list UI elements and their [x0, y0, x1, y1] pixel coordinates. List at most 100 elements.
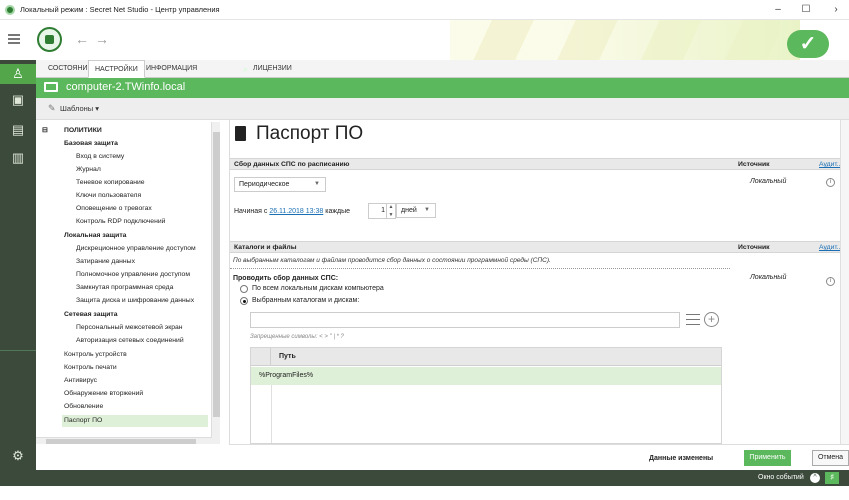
users-icon[interactable]: ♙ — [0, 64, 36, 84]
templates-dropdown[interactable]: Шаблоны ▾ — [60, 104, 99, 113]
tab-bar: СОСТОЯНИЕ НАСТРОЙКИ ИНФОРМАЦИЯ ⌕ ЛИЦЕНЗИ… — [36, 60, 849, 78]
tree-group-basic[interactable]: Базовая защита — [64, 140, 118, 147]
tree-item[interactable]: Контроль устройств — [64, 351, 127, 358]
tree-item[interactable]: Журнал — [76, 166, 101, 173]
main-panel: Паспорт ПО Сбор данных СПС по расписанию… — [229, 120, 849, 444]
section-title: Сбор данных СПС по расписанию — [234, 161, 350, 168]
templates-bar: ✎ Шаблоны ▾ — [36, 98, 849, 120]
tree-item[interactable]: Дискреционное управление доступом — [76, 245, 196, 252]
tree-item[interactable]: Ключи пользователя — [76, 192, 141, 199]
tree-collapse-icon[interactable]: ⊟ — [42, 126, 48, 134]
status-ok-button[interactable]: ✓ — [787, 30, 829, 58]
computers-icon[interactable]: ▣ — [8, 90, 28, 110]
tree-scrollbar[interactable] — [211, 122, 220, 444]
audit-link[interactable]: Аудит... — [819, 161, 842, 168]
path-table: Путь %ProgramFiles% — [250, 347, 722, 444]
title-bar: Локальный режим : Secret Net Studio - Це… — [0, 0, 849, 20]
tab-info[interactable]: ИНФОРМАЦИЯ — [140, 60, 203, 78]
chevron-up-icon[interactable]: ^ — [810, 473, 820, 483]
schedule-section-header: Сбор данных СПС по расписанию Источник А… — [230, 158, 849, 170]
page-title: Паспорт ПО — [256, 123, 364, 144]
path-column-header: Путь — [279, 353, 296, 360]
path-input[interactable] — [250, 312, 680, 328]
maximize-button[interactable]: ☐ — [795, 2, 817, 18]
scrollbar-thumb[interactable] — [213, 132, 220, 417]
section-description: По выбранным каталогам и файлам проводит… — [233, 257, 551, 264]
table-row[interactable]: %ProgramFiles% — [251, 367, 721, 385]
computer-name: computer-2.TWinfo.local — [66, 81, 186, 93]
document-icon — [235, 126, 246, 141]
menu-icon[interactable] — [8, 34, 20, 44]
start-label: Начиная с 26.11.2018 13:38 каждые — [234, 208, 351, 215]
events-window-label[interactable]: Окно событий — [758, 474, 804, 481]
cancel-button[interactable]: Отмена — [812, 450, 849, 466]
tree-item[interactable]: Полномочное управление доступом — [76, 271, 190, 278]
tree-item[interactable]: Обнаружение вторжений — [64, 390, 143, 397]
tree-item[interactable]: Теневое копирование — [76, 179, 145, 186]
tree-item[interactable]: Замкнутая программная среда — [76, 284, 173, 291]
tree-item[interactable]: Вход в систему — [76, 153, 124, 160]
tree-hscrollbar[interactable] — [36, 437, 212, 444]
clipboard-icon[interactable]: ▥ — [8, 148, 28, 168]
journal-icon[interactable]: ▤ — [8, 120, 28, 140]
main-scrollbar[interactable] — [840, 120, 849, 444]
interval-unit-select[interactable]: дней ▼ — [396, 203, 436, 218]
tree-item[interactable]: Контроль RDP подключений — [76, 218, 165, 225]
radio-all-disks[interactable] — [240, 285, 248, 293]
decorative-gradient — [560, 20, 800, 60]
radio-selected-dirs[interactable] — [240, 297, 248, 305]
list-icon[interactable] — [686, 314, 700, 325]
window-title: Локальный режим : Secret Net Studio - Це… — [20, 5, 220, 14]
source-column-header: Источник — [738, 244, 770, 251]
home-button[interactable] — [37, 27, 62, 52]
tree-item[interactable]: Персональный межсетевой экран — [76, 324, 183, 331]
computer-header: computer-2.TWinfo.local — [36, 78, 849, 98]
tree-item[interactable]: Контроль печати — [64, 364, 117, 371]
apply-button[interactable]: Применить — [744, 450, 791, 466]
source-value: Локальный — [750, 274, 787, 281]
hscrollbar-thumb[interactable] — [46, 439, 196, 444]
left-rail: ♙ ▣ ▤ ▥ ⚙ — [0, 60, 36, 486]
source-value: Локальный — [750, 178, 787, 185]
tab-licenses[interactable]: ЛИЦЕНЗИИ — [247, 60, 298, 78]
minimize-button[interactable]: – — [767, 2, 789, 18]
radio-selected-dirs-label: Выбранным каталогам и дискам: — [252, 297, 360, 304]
close-button[interactable]: › — [825, 2, 847, 18]
gear-icon[interactable]: ⚙ — [8, 446, 28, 466]
tree-item[interactable]: Антивирус — [64, 377, 97, 384]
tree-root[interactable]: ПОЛИТИКИ — [64, 127, 102, 134]
radio-all-disks-label: По всем локальным дискам компьютера — [252, 285, 384, 292]
status-text: Данные изменены — [649, 455, 714, 462]
forbidden-chars-hint: Запрещенные символы: < > " | * ? — [250, 334, 344, 340]
tree-group-network[interactable]: Сетевая защита — [64, 311, 118, 318]
home-icon — [45, 35, 54, 44]
path-cell: %ProgramFiles% — [259, 372, 314, 379]
collect-label: Проводить сбор данных СПС: — [233, 275, 339, 282]
stepper-arrows-icon[interactable]: ▲ ▼ — [386, 203, 395, 219]
forward-arrow-icon[interactable]: → — [95, 31, 109, 47]
catalogs-section-header: Каталоги и файлы Источник Аудит... — [230, 241, 849, 253]
tab-settings[interactable]: НАСТРОЙКИ — [88, 60, 145, 78]
app-logo-icon — [5, 5, 15, 15]
add-path-icon[interactable]: + — [704, 312, 719, 327]
pencil-icon: ✎ — [48, 103, 56, 113]
table-header: Путь — [251, 348, 721, 366]
tree-item[interactable]: Обновление — [64, 403, 103, 410]
back-arrow-icon[interactable]: ← — [75, 31, 89, 47]
schedule-mode-select[interactable]: Периодическое ▼ — [234, 177, 326, 192]
monitor-icon — [44, 82, 58, 92]
start-date-link[interactable]: 26.11.2018 13:38 — [269, 208, 323, 215]
audit-link[interactable]: Аудит... — [819, 244, 842, 251]
tree-item[interactable]: Защита диска и шифрование данных — [76, 297, 194, 304]
table-corner — [251, 348, 271, 366]
tree-item[interactable]: Затирание данных — [76, 258, 135, 265]
network-icon[interactable]: ♯ — [825, 472, 839, 484]
tree-item-selected[interactable]: Паспорт ПО — [62, 415, 208, 427]
tree-item[interactable]: Оповещение о тревогах — [76, 205, 152, 212]
info-icon[interactable]: i — [826, 277, 835, 286]
tree-group-local[interactable]: Локальная защита — [64, 232, 126, 239]
info-icon[interactable]: i — [826, 178, 835, 187]
source-column-header: Источник — [738, 161, 770, 168]
tree-item[interactable]: Авторизация сетевых соединений — [76, 337, 184, 344]
table-grid-line — [271, 385, 272, 443]
